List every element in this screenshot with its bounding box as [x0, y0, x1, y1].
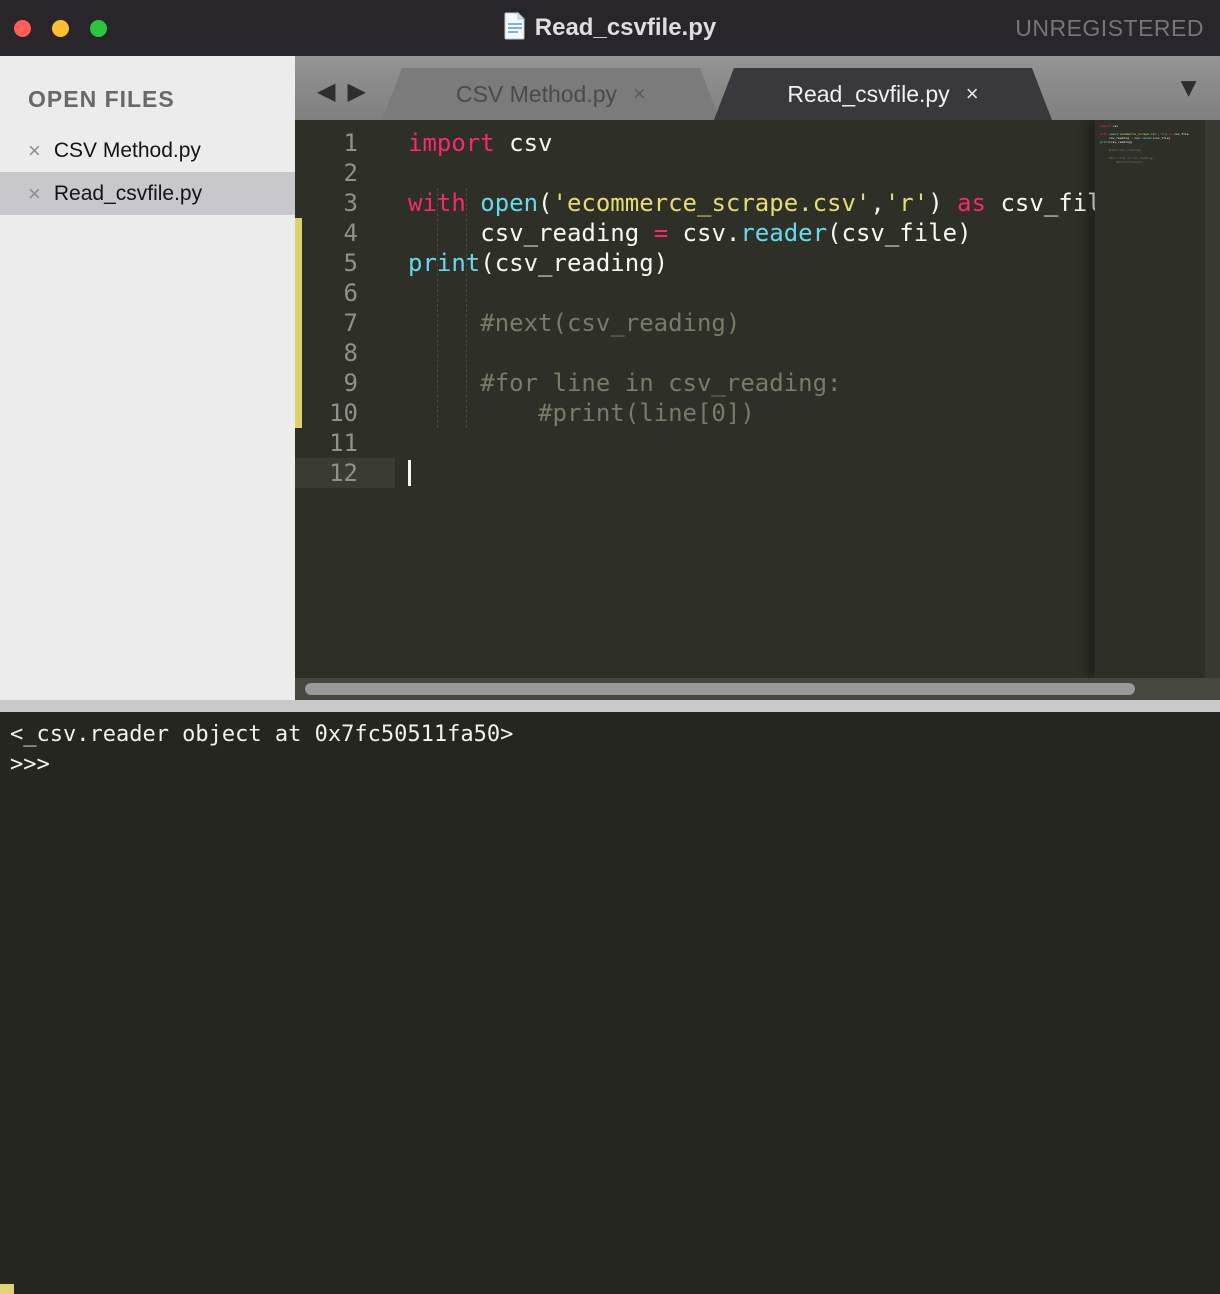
close-tab-icon[interactable]: × [633, 83, 646, 105]
console-input-caret [0, 1284, 14, 1294]
tab-label: Read_csvfile.py [787, 80, 950, 107]
nav-forward-icon[interactable]: ▶ [347, 80, 365, 104]
open-files-header: OPEN FILES [28, 86, 175, 112]
line-number: 7 [343, 309, 358, 337]
line-number: 9 [343, 369, 358, 397]
line-number: 1 [343, 129, 358, 157]
horizontal-scrollbar-track[interactable] [295, 678, 1220, 700]
code-line-9[interactable]: 9 #for line in csv_reading: [295, 368, 1220, 398]
code-text: #next(csv_reading) [408, 309, 741, 337]
code-editor[interactable]: 1 import csv 2 3 with open('ecommerce_scrape… [295, 120, 1220, 700]
line-number: 11 [329, 429, 358, 457]
sidebar-file-list: × CSV Method.py × Read_csvfile.py [0, 129, 295, 215]
main-area: OPEN FILES × CSV Method.py × Read_csvfile.p… [0, 56, 1220, 700]
nav-back-icon[interactable]: ◀ [317, 80, 335, 104]
tab-overflow-icon[interactable]: ▼ [1175, 73, 1202, 104]
code-line-2[interactable]: 2 [295, 158, 1220, 188]
document-icon [504, 11, 526, 45]
file-label: Read_csvfile.py [53, 181, 203, 205]
app-window: Read_csvfile.py UNREGISTERED OPEN FILES … [0, 0, 1220, 1294]
code-line-6[interactable]: 6 [295, 278, 1220, 308]
line-number: 12 [295, 458, 395, 488]
tab-read_csvfile-py[interactable]: Read_csvfile.py × [714, 68, 1052, 120]
line-number: 10 [329, 399, 358, 427]
titlebar: Read_csvfile.py UNREGISTERED [0, 0, 1220, 56]
traffic-lights [14, 0, 107, 56]
zoom-window-button[interactable] [90, 19, 107, 37]
sidebar-item-csv-method-py[interactable]: × CSV Method.py [0, 129, 295, 172]
code-line-8[interactable]: 8 [295, 338, 1220, 368]
code-text: with open('ecommerce_scrape.csv','r') as… [408, 189, 1117, 217]
code-line-7[interactable]: 7 #next(csv_reading) [295, 308, 1220, 338]
code-line-1[interactable]: 1 import csv [295, 128, 1220, 158]
code-lines: 1 import csv 2 3 with open('ecommerce_scrape… [295, 128, 1220, 488]
code-line-5[interactable]: 5 print(csv_reading) [295, 248, 1220, 278]
code-text: #for line in csv_reading: [408, 369, 842, 397]
modified-lines-marker [295, 218, 302, 428]
tab-nav-arrows: ◀ ▶ [295, 80, 382, 120]
close-window-button[interactable] [14, 19, 31, 37]
code-text: csv_reading = csv.reader(csv_file) [408, 219, 972, 247]
console-panel[interactable]: <_csv.reader object at 0x7fc50511fa50> >… [0, 712, 1220, 1294]
close-tab-icon[interactable]: × [966, 83, 979, 105]
code-line-3[interactable]: 3 with open('ecommerce_scrape.csv','r') a… [295, 188, 1220, 218]
panel-divider [0, 700, 1220, 712]
tab-list: CSV Method.py × Read_csvfile.py × [382, 68, 1052, 120]
code-line-11[interactable]: 11 [295, 428, 1220, 458]
title-group: Read_csvfile.py [504, 11, 717, 45]
code-text: import csv [408, 129, 553, 157]
code-line-12[interactable]: 12 [295, 458, 1220, 488]
console-output: <_csv.reader object at 0x7fc50511fa50> [10, 722, 514, 747]
code-area: 1 import csv 2 3 with open('ecommerce_scrape… [295, 120, 1220, 678]
line-number: 4 [343, 219, 358, 247]
line-number: 8 [343, 339, 358, 367]
line-number: 2 [343, 159, 358, 187]
text-cursor [408, 460, 411, 486]
horizontal-scrollbar-thumb[interactable] [305, 683, 1135, 695]
close-file-icon[interactable]: × [28, 182, 41, 205]
file-label: CSV Method.py [53, 138, 201, 162]
tab-csv-method-py[interactable]: CSV Method.py × [382, 68, 720, 120]
editor-column: ◀ ▶ CSV Method.py × Read_csvfile.py × ▼ 1 im… [295, 56, 1220, 700]
window-title: Read_csvfile.py [534, 14, 717, 41]
code-line-10[interactable]: 10 #print(line[0]) [295, 398, 1220, 428]
tab-label: CSV Method.py [455, 80, 618, 107]
minimize-window-button[interactable] [52, 19, 69, 37]
minimap[interactable]: import csv with open('ecommerce_scrape.cs… [1095, 120, 1205, 678]
code-line-4[interactable]: 4 csv_reading = csv.reader(csv_file) [295, 218, 1220, 248]
line-number: 6 [343, 279, 358, 307]
line-number: 3 [343, 189, 358, 217]
tab-bar: ◀ ▶ CSV Method.py × Read_csvfile.py × ▼ [295, 56, 1220, 120]
registration-status: UNREGISTERED [1015, 14, 1204, 41]
console-prompt: >>> [10, 752, 50, 777]
code-text: #print(line[0]) [408, 399, 755, 427]
vertical-scrollbar-track[interactable] [1205, 120, 1220, 678]
sidebar-item-read_csvfile-py[interactable]: × Read_csvfile.py [0, 172, 295, 215]
code-text: print(csv_reading) [408, 249, 669, 277]
close-file-icon[interactable]: × [28, 139, 41, 162]
sidebar: OPEN FILES × CSV Method.py × Read_csvfile.p… [0, 56, 295, 700]
line-number: 5 [343, 249, 358, 277]
